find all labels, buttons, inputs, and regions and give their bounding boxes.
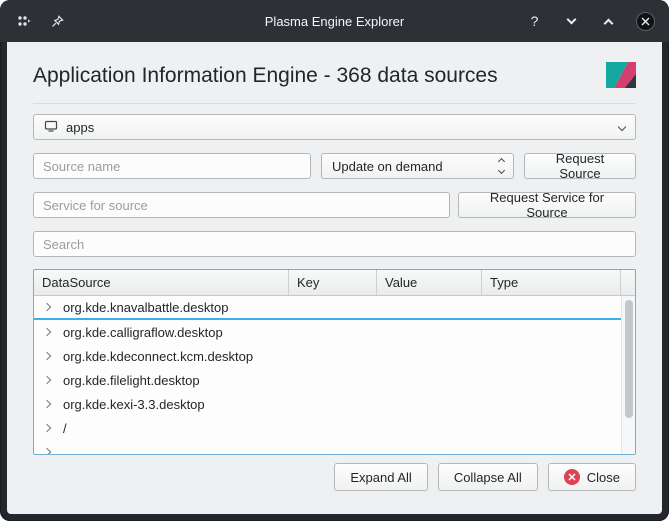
source-name-input[interactable] [33,153,311,179]
expand-chevron-icon[interactable] [43,400,51,408]
chevron-down-icon [618,123,626,131]
column-header-datasource[interactable]: DataSource [34,270,289,295]
app-icon[interactable] [14,12,33,31]
datasource-tree-view: DataSource Key Value Type org.kde.knaval… [33,269,636,455]
pin-icon[interactable] [48,12,67,31]
collapse-all-button[interactable]: Collapse All [438,463,538,491]
close-red-circle-icon [564,469,580,485]
maximize-icon[interactable] [599,12,618,31]
expand-chevron-icon[interactable] [43,328,51,336]
vertical-scrollbar[interactable] [621,296,635,454]
expand-chevron-icon[interactable] [43,424,51,432]
dialog-footer: Expand All Collapse All Close [33,463,636,491]
spinbox-steppers[interactable] [489,154,513,178]
plasma-engine-explorer-window: Plasma Engine Explorer ? [0,0,669,521]
table-row[interactable]: org.kde.filelight.desktop [34,368,621,392]
close-icon[interactable] [636,12,655,31]
column-header-value[interactable]: Value [377,270,482,295]
column-header-stub [621,270,635,295]
table-row[interactable]: org.kde.knavalbattle.desktop [34,296,621,320]
plasma-logo-icon [606,62,636,91]
page-title: Application Information Engine - 368 dat… [33,64,498,88]
minimize-icon[interactable] [562,12,581,31]
service-for-source-input[interactable] [33,192,450,218]
titlebar[interactable]: Plasma Engine Explorer ? [0,0,669,42]
column-header-key[interactable]: Key [289,270,377,295]
expand-all-button[interactable]: Expand All [334,463,427,491]
search-input[interactable] [33,231,636,257]
apps-engine-icon [44,119,58,136]
request-service-button[interactable]: Request Service for Source [458,192,636,218]
step-down-icon[interactable] [497,167,504,174]
close-button[interactable]: Close [548,463,636,491]
expand-chevron-icon[interactable] [43,376,51,384]
table-header: DataSource Key Value Type [34,270,635,296]
expand-chevron-icon[interactable] [43,448,51,454]
update-mode-spinbox[interactable]: Update on demand [321,153,514,179]
step-up-icon[interactable] [497,158,504,165]
table-row[interactable]: org.kde.calligraflow.desktop [34,320,621,344]
help-icon[interactable]: ? [525,12,544,31]
table-row[interactable]: / [34,416,621,440]
table-row[interactable]: org.kde.kexi-3.3.desktop [34,392,621,416]
engine-combobox-value: apps [66,120,94,135]
dialog-content: Application Information Engine - 368 dat… [7,42,662,514]
update-mode-value: Update on demand [332,159,443,174]
header-separator [33,103,636,104]
scrollbar-thumb[interactable] [625,300,633,418]
table-row[interactable]: org.kde.kdeconnect.kcm.desktop [34,344,621,368]
tree-rows: org.kde.knavalbattle.desktop org.kde.cal… [34,296,621,454]
request-source-button[interactable]: Request Source [524,153,636,179]
expand-chevron-icon[interactable] [43,352,51,360]
table-row[interactable] [34,440,621,454]
close-button-label: Close [587,470,620,485]
column-header-type[interactable]: Type [482,270,621,295]
engine-combobox[interactable]: apps [33,114,636,140]
expand-chevron-icon[interactable] [43,303,51,311]
